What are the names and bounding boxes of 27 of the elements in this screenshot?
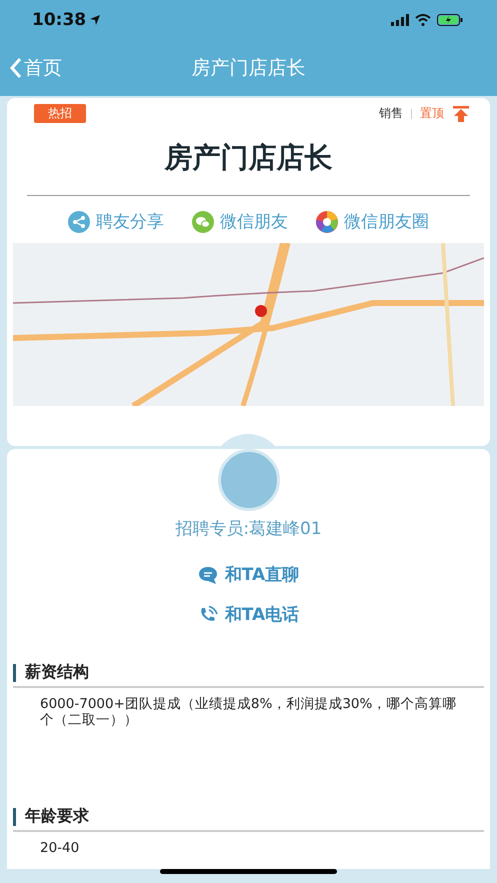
aperture-icon: [316, 210, 338, 232]
share-icon: [68, 210, 90, 232]
back-button[interactable]: 首页: [0, 54, 68, 82]
section-text: 6000-7000+团队提成（业绩提成8%，利润提成30%，哪个高算哪个（二取一））: [40, 696, 456, 728]
pin-top-link[interactable]: 置顶: [420, 105, 444, 122]
job-title: 房产门店店长: [27, 123, 470, 196]
location-arrow-icon: [89, 14, 102, 26]
nav-title: 房产门店店长: [192, 57, 306, 79]
section-title: 年龄要求: [25, 806, 89, 827]
call-button[interactable]: 和TA电话: [198, 603, 300, 626]
chat-bubbles-icon: [192, 210, 214, 232]
signal-icon: [391, 14, 409, 26]
wifi-icon: [415, 14, 431, 26]
section-text: 20-40: [40, 840, 80, 856]
chat-icon: [198, 564, 218, 584]
battery-icon: [437, 14, 463, 26]
status-time: 10:38: [32, 10, 86, 30]
chat-button[interactable]: 和TA直聊: [198, 563, 300, 586]
share-button[interactable]: 微信朋友: [192, 210, 288, 233]
share-button[interactable]: 微信朋友圈: [316, 210, 429, 233]
arrow-up-icon: [452, 104, 470, 122]
job-category: 销售: [379, 105, 403, 122]
hot-badge: 热招: [34, 104, 86, 123]
chevron-left-icon: [10, 57, 22, 79]
share-button[interactable]: 聘友分享: [68, 210, 164, 233]
recruiter-name: 招聘专员:葛建峰01: [174, 518, 323, 540]
section-title: 薪资结构: [25, 662, 89, 683]
